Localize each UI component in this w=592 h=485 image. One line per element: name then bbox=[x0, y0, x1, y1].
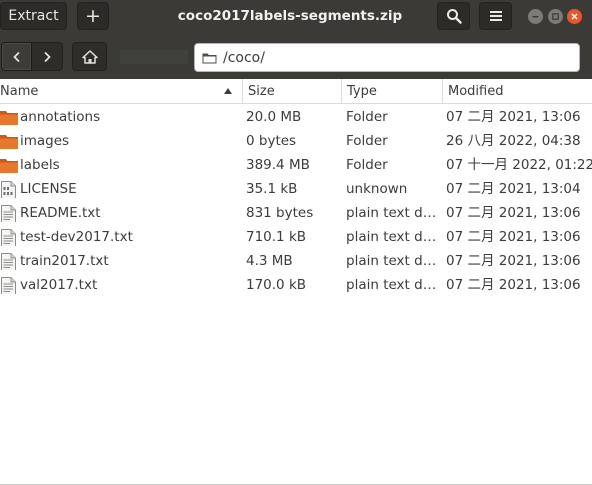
back-button[interactable] bbox=[1, 42, 32, 71]
minimize-window-button[interactable] bbox=[528, 9, 543, 24]
text-file-icon bbox=[1, 229, 16, 246]
folder-icon bbox=[0, 135, 18, 149]
file-size: 170.0 kB bbox=[246, 277, 307, 293]
maximize-window-button[interactable] bbox=[548, 9, 563, 24]
file-type: plain text d… bbox=[346, 205, 437, 221]
file-name: test-dev2017.txt bbox=[20, 229, 133, 245]
row-icon bbox=[0, 109, 18, 126]
minimize-icon bbox=[532, 16, 539, 18]
file-name: images bbox=[20, 133, 70, 149]
home-button[interactable] bbox=[72, 42, 107, 71]
file-modified: 07 二月 2021, 13:06 bbox=[446, 205, 581, 221]
file-size: 20.0 MB bbox=[246, 109, 302, 125]
row-icon bbox=[0, 181, 18, 198]
file-type: Folder bbox=[346, 133, 388, 149]
location-path: /coco/ bbox=[223, 49, 265, 66]
column-header-size-label: Size bbox=[248, 84, 275, 99]
file-row[interactable]: val2017.txt 170.0 kB plain text d… 07 二月… bbox=[0, 273, 592, 297]
navigation-toolbar: /coco/ bbox=[0, 33, 592, 79]
file-name: README.txt bbox=[20, 205, 101, 221]
folder-icon bbox=[202, 53, 217, 63]
file-size: 35.1 kB bbox=[246, 181, 298, 197]
location-field[interactable]: /coco/ bbox=[194, 43, 580, 72]
file-row[interactable]: test-dev2017.txt 710.1 kB plain text d… … bbox=[0, 225, 592, 249]
add-files-button[interactable]: + bbox=[77, 2, 109, 30]
file-modified: 07 二月 2021, 13:06 bbox=[446, 277, 581, 293]
file-name: annotations bbox=[20, 109, 101, 125]
text-file-icon bbox=[1, 205, 16, 222]
row-icon bbox=[0, 157, 18, 174]
column-header-type[interactable]: Type bbox=[342, 79, 443, 104]
file-modified: 07 二月 2021, 13:06 bbox=[446, 109, 581, 125]
chevron-right-icon bbox=[44, 51, 51, 62]
text-file-icon bbox=[1, 253, 16, 270]
binary-file-icon bbox=[1, 181, 16, 198]
row-icon bbox=[0, 133, 18, 150]
file-type: plain text d… bbox=[346, 277, 437, 293]
file-size: 831 bytes bbox=[246, 205, 314, 221]
column-header-name[interactable]: Name bbox=[0, 79, 243, 104]
column-header-size[interactable]: Size bbox=[243, 79, 342, 104]
row-icon bbox=[0, 253, 18, 270]
file-size: 4.3 MB bbox=[246, 253, 293, 269]
extract-button[interactable]: Extract bbox=[0, 2, 67, 30]
search-icon bbox=[446, 9, 462, 24]
file-name: train2017.txt bbox=[20, 253, 109, 269]
file-row[interactable]: train2017.txt 4.3 MB plain text d… 07 二月… bbox=[0, 249, 592, 273]
maximize-icon bbox=[552, 13, 559, 20]
row-icon bbox=[0, 277, 18, 294]
forward-button[interactable] bbox=[32, 42, 63, 71]
location-label-placeholder bbox=[120, 50, 188, 64]
column-header-modified[interactable]: Modified bbox=[443, 79, 592, 104]
file-size: 389.4 MB bbox=[246, 157, 310, 173]
file-type: plain text d… bbox=[346, 229, 437, 245]
home-icon bbox=[81, 49, 98, 64]
folder-icon bbox=[0, 111, 18, 125]
window-title: coco2017labels-segments.zip bbox=[177, 8, 403, 24]
search-button[interactable] bbox=[437, 2, 470, 30]
file-row[interactable]: LICENSE 35.1 kB unknown 07 二月 2021, 13:0… bbox=[0, 177, 592, 201]
file-type: Folder bbox=[346, 109, 388, 125]
file-modified: 26 八月 2022, 04:38 bbox=[446, 133, 581, 149]
chevron-left-icon bbox=[12, 51, 20, 62]
text-file-icon bbox=[1, 277, 16, 294]
file-row[interactable]: images 0 bytes Folder 26 八月 2022, 04:38 bbox=[0, 129, 592, 153]
file-name: LICENSE bbox=[20, 181, 77, 197]
close-icon bbox=[571, 13, 578, 20]
close-window-button[interactable] bbox=[567, 9, 582, 24]
file-row[interactable]: annotations 20.0 MB Folder 07 二月 2021, 1… bbox=[0, 105, 592, 129]
file-type: plain text d… bbox=[346, 253, 437, 269]
row-icon bbox=[0, 229, 18, 246]
menu-button[interactable] bbox=[479, 2, 512, 30]
folder-icon bbox=[0, 159, 18, 173]
file-modified: 07 二月 2021, 13:06 bbox=[446, 229, 581, 245]
file-modified: 07 二月 2021, 13:04 bbox=[446, 181, 581, 197]
hamburger-menu-icon bbox=[489, 11, 502, 21]
file-type: unknown bbox=[346, 181, 408, 197]
sort-ascending-icon bbox=[224, 88, 232, 94]
file-modified: 07 十一月 2022, 01:22 bbox=[446, 157, 592, 173]
file-type: Folder bbox=[346, 157, 388, 173]
file-size: 0 bytes bbox=[246, 133, 297, 149]
column-header-name-label: Name bbox=[0, 84, 39, 99]
row-icon bbox=[0, 205, 18, 222]
file-row[interactable]: README.txt 831 bytes plain text d… 07 二月… bbox=[0, 201, 592, 225]
column-header-type-label: Type bbox=[347, 84, 377, 99]
file-name: val2017.txt bbox=[20, 277, 98, 293]
file-modified: 07 二月 2021, 13:06 bbox=[446, 253, 581, 269]
file-name: labels bbox=[20, 157, 60, 173]
file-row[interactable]: labels 389.4 MB Folder 07 十一月 2022, 01:2… bbox=[0, 153, 592, 177]
column-header-modified-label: Modified bbox=[448, 84, 504, 99]
header-bar: Extract + coco2017labels-segments.zip bbox=[0, 0, 592, 33]
file-size: 710.1 kB bbox=[246, 229, 307, 245]
